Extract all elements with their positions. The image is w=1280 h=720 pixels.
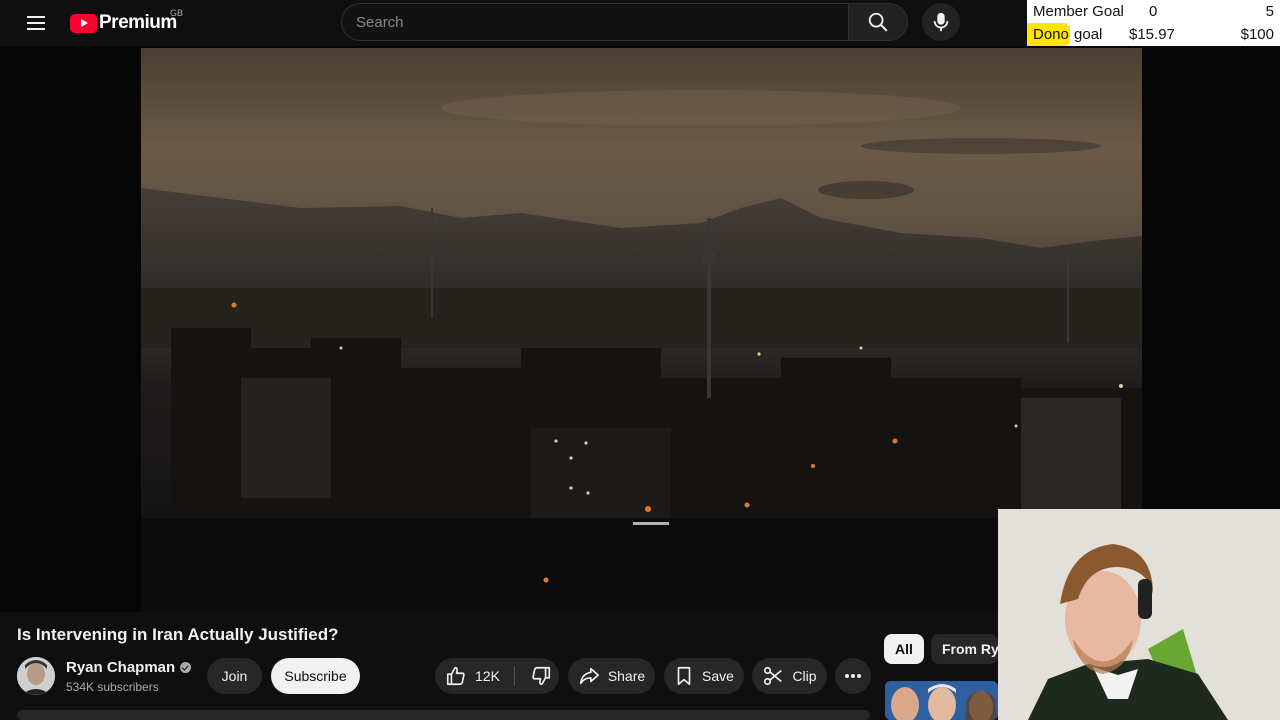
verified-check-icon	[180, 662, 192, 673]
chip-from-channel[interactable]: From Rya	[931, 634, 998, 664]
member-goal-row: Member Goal 0 5	[1027, 0, 1280, 23]
video-image	[141, 48, 1142, 612]
search-box	[341, 3, 848, 41]
subscribe-button[interactable]: Subscribe	[271, 658, 360, 694]
microphone-icon	[933, 12, 949, 32]
save-button[interactable]: Save	[664, 658, 744, 694]
more-horizontal-icon	[845, 674, 861, 678]
share-button[interactable]: Share	[568, 658, 655, 694]
masthead: Premium GB Member Goal 0 5	[0, 0, 1280, 46]
play-logo-icon	[70, 13, 97, 33]
scissors-icon	[764, 666, 783, 686]
like-count: 12K	[475, 668, 500, 684]
thumbnail-image	[885, 681, 998, 720]
dono-goal-label-rest: goal	[1069, 26, 1103, 43]
thumbs-up-icon	[446, 666, 465, 686]
region-code: GB	[170, 8, 184, 18]
member-goal-current: 0	[1149, 3, 1158, 20]
streamer-webcam	[998, 509, 1280, 720]
dono-goal-label: Dono goal	[1032, 26, 1103, 44]
like-divider	[514, 666, 515, 686]
subscriber-count: 534K subscribers	[66, 680, 159, 694]
related-video-thumbnail[interactable]	[885, 681, 998, 720]
search-icon	[868, 12, 888, 32]
clip-label: Clip	[792, 668, 817, 684]
youtube-premium-logo[interactable]: Premium	[70, 11, 177, 35]
clip-button[interactable]: Clip	[752, 658, 827, 694]
dislike-button[interactable]	[523, 658, 559, 694]
voice-search-button[interactable]	[922, 3, 960, 41]
join-button[interactable]: Join	[207, 658, 262, 694]
youtube-watch-page: Premium GB Member Goal 0 5	[0, 0, 1280, 720]
member-goal-target: 5	[1265, 3, 1274, 20]
dono-goal-label-highlight: Dono	[1032, 26, 1070, 44]
thumbs-down-icon	[532, 666, 551, 686]
member-goal-label: Member Goal	[1033, 3, 1124, 20]
like-button[interactable]: 12K	[435, 658, 500, 694]
save-label: Save	[702, 668, 734, 684]
channel-name-text: Ryan Chapman	[66, 659, 176, 676]
hamburger-menu-icon[interactable]	[24, 11, 48, 35]
more-actions-button[interactable]	[835, 658, 871, 694]
dono-goal-row: Dono goal $15.97 $100	[1027, 23, 1280, 46]
description-box-edge	[17, 710, 870, 720]
share-arrow-icon	[579, 667, 599, 685]
video-frame-city-skyline	[141, 48, 1142, 612]
dono-goal-current: $15.97	[1129, 26, 1175, 43]
bookmark-icon	[677, 666, 691, 686]
channel-avatar[interactable]	[17, 657, 55, 695]
avatar-image	[17, 657, 55, 695]
chip-all[interactable]: All	[884, 634, 924, 664]
like-dislike-group: 12K	[435, 658, 559, 694]
search-button[interactable]	[848, 3, 908, 41]
stream-goals-overlay: Member Goal 0 5 Dono goal $15.97 $100	[1027, 0, 1280, 46]
webcam-image	[998, 509, 1280, 720]
dono-goal-target: $100	[1240, 26, 1274, 43]
video-title: Is Intervening in Iran Actually Justifie…	[17, 625, 339, 644]
channel-name[interactable]: Ryan Chapman	[66, 659, 192, 676]
search-input[interactable]	[342, 4, 848, 40]
logo-text: Premium	[99, 12, 177, 33]
share-label: Share	[607, 668, 646, 684]
